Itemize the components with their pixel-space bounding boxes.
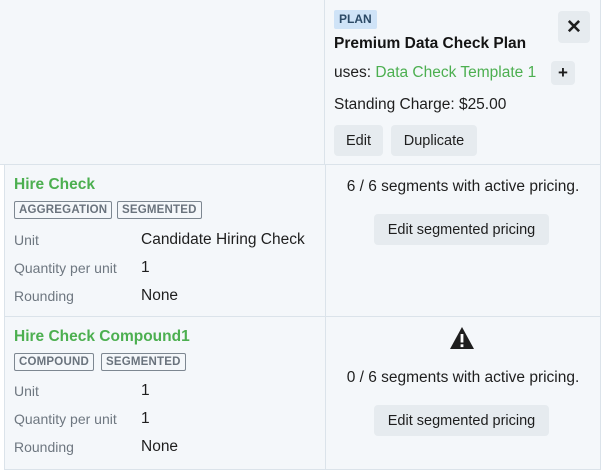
close-button[interactable]: ✕ [558, 11, 590, 43]
plus-icon: + [558, 63, 568, 82]
edit-button[interactable]: Edit [334, 125, 383, 156]
compound-tag: COMPOUND [14, 353, 94, 371]
item-title-link[interactable]: Hire Check [14, 176, 95, 194]
standing-charge: Standing Charge: $25.00 [334, 96, 507, 113]
unit-label: Unit [14, 383, 39, 399]
rounding-label: Rounding [14, 439, 74, 455]
header-empty-cell [0, 0, 325, 165]
uses-label: uses: [334, 64, 372, 81]
unit-value: 1 [141, 382, 150, 399]
unit-value: Candidate Hiring Check [141, 231, 305, 248]
rounding-value: None [141, 438, 179, 455]
quantity-value: 1 [141, 259, 150, 276]
rounding-value: None [141, 287, 179, 304]
edit-segmented-pricing-button[interactable]: Edit segmented pricing [374, 405, 549, 436]
segmented-tag: SEGMENTED [101, 353, 186, 371]
rounding-label: Rounding [14, 288, 74, 304]
pricing-status: 0 / 6 segments with active pricing. [346, 369, 580, 386]
duplicate-button[interactable]: Duplicate [391, 125, 477, 156]
aggregation-tag: AGGREGATION [14, 201, 113, 219]
quantity-label: Quantity per unit [14, 411, 117, 427]
add-template-button[interactable]: + [551, 61, 575, 85]
template-link[interactable]: Data Check Template 1 [375, 64, 536, 81]
edit-segmented-pricing-button[interactable]: Edit segmented pricing [374, 214, 549, 245]
warning-icon [450, 327, 474, 349]
plan-badge: PLAN [334, 10, 377, 29]
quantity-label: Quantity per unit [14, 260, 117, 276]
quantity-value: 1 [141, 410, 150, 427]
item-title-link[interactable]: Hire Check Compound1 [14, 328, 190, 346]
unit-label: Unit [14, 232, 39, 248]
plan-uses-row: uses: Data Check Template 1 [334, 64, 536, 82]
pricing-status: 6 / 6 segments with active pricing. [346, 178, 580, 195]
close-icon: ✕ [566, 16, 582, 38]
segmented-tag: SEGMENTED [117, 201, 202, 219]
plan-title: Premium Data Check Plan [334, 35, 527, 52]
